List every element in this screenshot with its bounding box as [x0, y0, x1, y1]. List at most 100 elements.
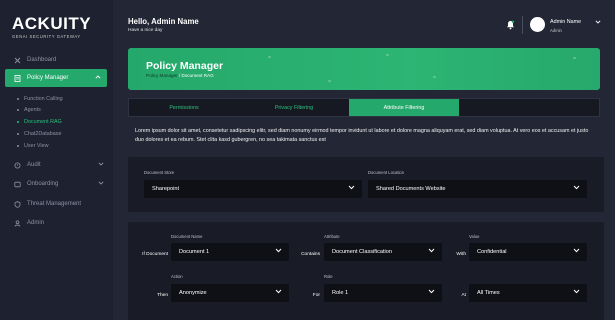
brand-logo: ACKUITY GENAI SECURITY GATEWAY — [12, 15, 100, 39]
chevron-down-icon[interactable] — [595, 20, 601, 26]
sidebar-item-audit[interactable]: Audit — [14, 159, 106, 171]
attribute-label: Attribute — [324, 234, 340, 239]
sidebar-item-label: Admin — [27, 220, 45, 226]
sidebar-subitem-label: User View — [24, 143, 49, 149]
chevron-up-icon — [95, 75, 101, 81]
tab-bar: Permissions Privacy Filtering Attribute … — [128, 98, 600, 117]
contains-label: Contains — [301, 252, 320, 257]
document-store-panel: Document Store Sharepoint Document Locat… — [128, 157, 604, 212]
page-title: Policy Manager — [146, 60, 224, 72]
decor-dash — [328, 80, 331, 82]
sidebar-item-threat-management[interactable]: Threat Management — [14, 198, 106, 210]
greeting-title: Hello, Admin Name — [128, 17, 199, 26]
chevron-down-icon — [573, 248, 580, 255]
sidebar-item-onboarding[interactable]: Onboarding — [14, 178, 106, 190]
policy-icon — [14, 74, 21, 82]
sidebar: ACKUITY GENAI SECURITY GATEWAY Dashboard… — [0, 0, 113, 320]
onboarding-icon — [14, 181, 21, 188]
sidebar-item-policy-manager[interactable]: Policy Manager — [5, 69, 107, 87]
admin-icon — [14, 219, 21, 227]
chevron-down-icon — [98, 181, 104, 187]
page-header-banner: Policy Manager Policy Manager / Document… — [128, 48, 600, 90]
chevron-down-icon — [573, 289, 580, 296]
bullet-icon — [17, 121, 19, 123]
sidebar-subitem-label: Document RAG — [24, 119, 62, 125]
bullet-icon — [17, 145, 19, 147]
value-label: Value — [469, 234, 480, 239]
then-label: Then — [157, 293, 168, 298]
audit-icon — [14, 162, 21, 169]
action-label: Action — [171, 274, 183, 279]
tab-attribute-filtering[interactable]: Attribute Filtering — [349, 99, 459, 116]
sidebar-subitem-label: Chat2Database — [24, 131, 62, 137]
value-value: Confidential — [477, 249, 507, 255]
if-document-label: If Document — [142, 252, 168, 257]
document-name-label: Document Name — [171, 234, 203, 239]
sidebar-item-label: Dashboard — [27, 57, 57, 63]
tab-permissions[interactable]: Permissions — [129, 99, 239, 116]
sidebar-subitem-function-calling[interactable]: Function Calling — [17, 96, 63, 102]
document-location-value: Shared Documents Website — [376, 186, 446, 192]
document-location-label: Document Location — [368, 170, 405, 175]
sidebar-item-label: Onboarding — [27, 181, 59, 187]
sidebar-subitem-label: Agents — [24, 107, 41, 113]
chevron-down-icon — [428, 248, 435, 255]
chevron-down-icon — [275, 289, 282, 296]
document-store-select[interactable]: Sharepoint — [144, 180, 362, 198]
sidebar-subitem-document-rag[interactable]: Document RAG — [17, 119, 62, 125]
description-text: Lorem ipsum dolor sit amet, consetetur s… — [135, 128, 589, 143]
time-select[interactable]: All Times — [469, 284, 587, 302]
chevron-down-icon — [98, 162, 104, 168]
bullet-icon — [17, 98, 19, 100]
action-value: Anonymize — [179, 290, 207, 296]
document-location-select[interactable]: Shared Documents Website — [368, 180, 587, 198]
sidebar-item-dashboard[interactable]: Dashboard — [14, 54, 106, 66]
role-select[interactable]: Role 1 — [324, 284, 442, 302]
bullet-icon — [17, 133, 19, 135]
time-value: All Times — [477, 290, 500, 296]
avatar[interactable] — [530, 17, 545, 32]
user-role: Admin — [550, 28, 562, 33]
role-value: Role 1 — [332, 290, 349, 296]
action-select[interactable]: Anonymize — [171, 284, 289, 302]
divider — [522, 16, 523, 34]
breadcrumb: Policy Manager / Document RAG — [146, 73, 214, 78]
for-label: For — [312, 293, 320, 298]
greeting-subtitle: Have a nice day — [128, 28, 163, 33]
at-label: At — [461, 293, 466, 298]
brand-tagline: GENAI SECURITY GATEWAY — [12, 34, 81, 39]
sidebar-subitem-user-view[interactable]: User View — [17, 143, 48, 149]
threat-icon — [14, 200, 21, 208]
role-label: Role — [324, 274, 333, 279]
top-bar: Hello, Admin Name Have a nice day Admin … — [113, 0, 615, 48]
sidebar-item-admin[interactable]: Admin — [14, 217, 106, 229]
chevron-down-icon — [348, 185, 355, 192]
chevron-down-icon — [573, 185, 580, 192]
chevron-down-icon — [428, 289, 435, 296]
attribute-select[interactable]: Document Classification — [324, 243, 442, 261]
decor-dash — [268, 56, 271, 58]
value-select[interactable]: Confidential — [469, 243, 587, 261]
sidebar-item-label: Policy Manager — [27, 75, 69, 81]
bullet-icon — [17, 109, 19, 111]
sidebar-subitem-agents[interactable]: Agents — [17, 107, 41, 113]
document-store-value: Sharepoint — [152, 186, 180, 192]
document-store-label: Document Store — [144, 170, 175, 175]
attribute-value: Document Classification — [332, 249, 393, 255]
bell-icon[interactable] — [506, 20, 516, 30]
brand-name: ACKUITY — [12, 14, 92, 33]
breadcrumb-parent[interactable]: Policy Manager — [146, 73, 178, 78]
with-label: With — [456, 252, 466, 257]
sidebar-item-label: Threat Management — [27, 201, 82, 207]
sidebar-subitem-chat2database[interactable]: Chat2Database — [17, 131, 61, 137]
document-name-value: Document 1 — [179, 249, 210, 255]
breadcrumb-current: Document RAG — [181, 73, 214, 78]
tab-privacy-filtering[interactable]: Privacy Filtering — [239, 99, 349, 116]
sidebar-item-label: Audit — [27, 162, 41, 168]
chevron-down-icon — [275, 248, 282, 255]
document-name-select[interactable]: Document 1 — [171, 243, 289, 261]
sidebar-subitem-label: Function Calling — [24, 96, 63, 102]
decor-dash — [386, 54, 389, 56]
decor-dash — [573, 57, 576, 59]
user-name[interactable]: Admin Name — [550, 19, 581, 25]
